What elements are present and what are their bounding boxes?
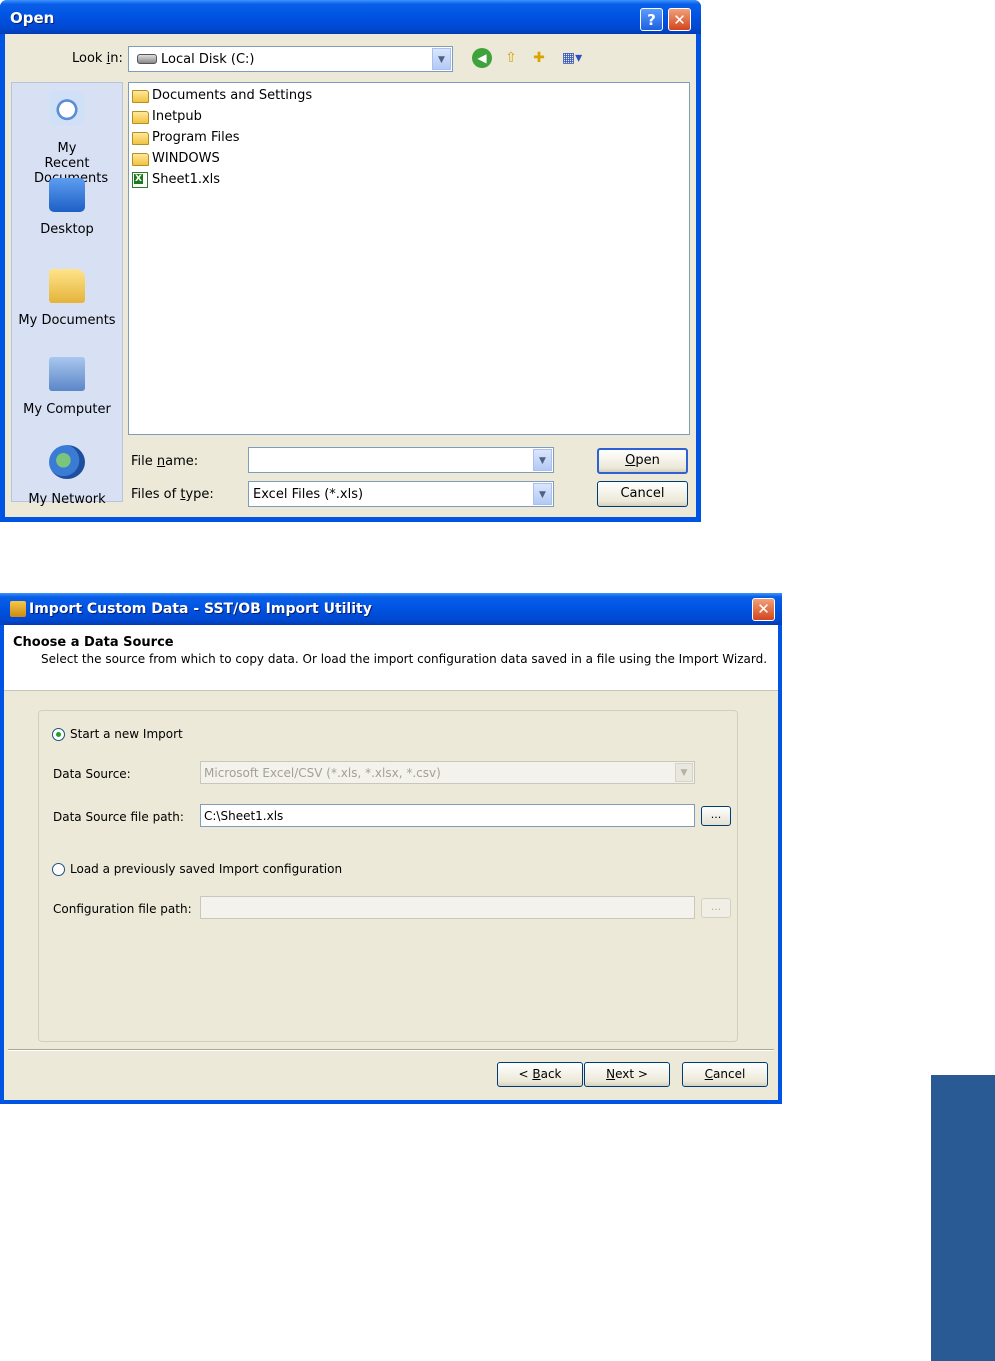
file-name: Documents and Settings <box>152 88 313 103</box>
close-button[interactable]: ✕ <box>668 8 691 31</box>
up-folder-icon[interactable]: ⇧ <box>501 48 521 68</box>
new-folder-icon[interactable]: ✚ <box>529 48 549 68</box>
open-button[interactable]: Open <box>597 448 688 474</box>
page-side-tab <box>931 1075 995 1361</box>
data-source-dropdown[interactable]: Microsoft Excel/CSV (*.xls, *.xlsx, *.cs… <box>200 761 695 784</box>
file-name: Sheet1.xls <box>152 172 221 187</box>
open-dialog-title: Open <box>10 9 55 27</box>
hard-drive-icon <box>137 54 157 64</box>
place-label: My Computer <box>23 402 111 417</box>
browse-configuration-button[interactable]: ... <box>701 898 731 918</box>
configuration-path-label: Configuration file path: <box>53 902 192 916</box>
file-name-input[interactable]: ▼ <box>248 447 554 473</box>
excel-file-icon <box>132 172 148 188</box>
folder-icon <box>132 111 149 124</box>
chevron-down-icon[interactable]: ▼ <box>533 449 552 471</box>
data-source-path-value: C:\Sheet1.xls <box>204 809 284 823</box>
data-source-label: Data Source: <box>53 767 131 781</box>
file-list[interactable]: Documents and Settings Inetpub Program F… <box>128 82 690 435</box>
wizard-titlebar[interactable]: Import Custom Data - SST/OB Import Utili… <box>0 593 782 625</box>
close-button[interactable]: ✕ <box>752 598 775 621</box>
data-source-value: Microsoft Excel/CSV (*.xls, *.xlsx, *.cs… <box>204 766 441 780</box>
load-configuration-radio[interactable] <box>52 863 65 876</box>
chevron-down-icon[interactable]: ▼ <box>432 48 451 70</box>
my-computer-icon <box>49 357 85 391</box>
wizard-header: Choose a Data Source Select the source f… <box>4 625 778 691</box>
app-icon <box>10 601 26 617</box>
desktop-icon <box>49 178 85 212</box>
views-menu-icon[interactable]: ▦▾ <box>558 48 586 68</box>
divider <box>8 1049 774 1051</box>
my-network-icon <box>49 445 85 479</box>
start-new-import-radio[interactable] <box>52 728 65 741</box>
data-source-path-input[interactable]: C:\Sheet1.xls <box>200 804 695 827</box>
back-arrow-icon[interactable]: ◀ <box>472 48 492 68</box>
help-button[interactable]: ? <box>640 8 663 31</box>
wizard-body: Start a new Import Data Source: Microsof… <box>4 691 778 1100</box>
look-in-dropdown[interactable]: Local Disk (C:) ▼ <box>128 46 453 72</box>
source-group-box <box>38 710 738 1042</box>
page-title: Choose a Data Source <box>13 635 174 650</box>
files-of-type-dropdown[interactable]: Excel Files (*.xls) ▼ <box>248 481 554 507</box>
wizard-title: Import Custom Data - SST/OB Import Utili… <box>29 601 372 617</box>
file-name: Inetpub <box>152 109 202 124</box>
open-dialog: Open ? ✕ Look in: Local Disk (C:) ▼ ◀ ⇧ … <box>0 0 701 522</box>
folder-icon <box>132 90 149 103</box>
data-source-path-label: Data Source file path: <box>53 810 184 824</box>
look-in-value: Local Disk (C:) <box>161 52 255 67</box>
file-name-label: File name: <box>131 454 199 469</box>
file-name: WINDOWS <box>152 151 220 166</box>
open-dialog-body: Look in: Local Disk (C:) ▼ ◀ ⇧ ✚ ▦▾ My R… <box>5 34 696 517</box>
look-in-label: Look in: <box>72 51 123 66</box>
place-label: My Documents <box>18 313 116 328</box>
cancel-button[interactable]: Cancel <box>597 481 688 507</box>
place-label: Desktop <box>40 222 94 237</box>
cancel-button[interactable]: Cancel <box>682 1062 768 1087</box>
files-of-type-value: Excel Files (*.xls) <box>253 487 364 502</box>
page-description: Select the source from which to copy dat… <box>41 652 768 666</box>
file-name: Program Files <box>152 130 240 145</box>
chevron-down-icon[interactable]: ▼ <box>533 483 552 505</box>
import-wizard-dialog: Import Custom Data - SST/OB Import Utili… <box>0 593 782 1104</box>
my-documents-icon <box>49 269 85 303</box>
back-button[interactable]: < Back <box>497 1062 583 1087</box>
place-label: My Network <box>28 492 106 507</box>
places-bar: My Recent Documents Desktop My Documents… <box>11 82 123 507</box>
recent-documents-icon <box>49 91 85 125</box>
folder-icon <box>132 153 149 166</box>
chevron-down-icon[interactable]: ▼ <box>675 763 693 782</box>
start-new-import-label[interactable]: Start a new Import <box>70 727 183 741</box>
browse-data-source-button[interactable]: ... <box>701 806 731 826</box>
folder-icon <box>132 132 149 145</box>
configuration-path-input[interactable] <box>200 896 695 919</box>
files-of-type-label: Files of type: <box>131 487 214 502</box>
load-configuration-label[interactable]: Load a previously saved Import configura… <box>70 862 342 876</box>
next-button[interactable]: Next > <box>584 1062 670 1087</box>
open-dialog-titlebar[interactable]: Open ? ✕ <box>0 0 701 34</box>
